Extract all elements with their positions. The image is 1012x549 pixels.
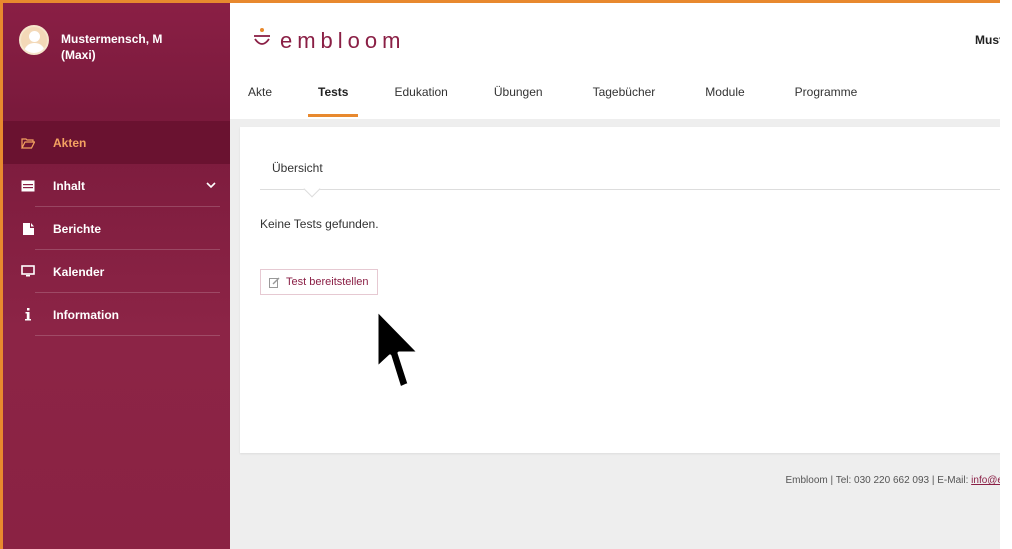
tab-uebungen[interactable]: Übungen xyxy=(494,85,543,119)
embloom-logo[interactable]: embloom xyxy=(252,27,405,55)
tab-uebersicht[interactable]: Übersicht xyxy=(272,161,323,175)
active-tab-indicator xyxy=(308,114,359,117)
chevron-down-icon xyxy=(206,178,216,192)
list-icon xyxy=(21,179,35,193)
main-content: Übersicht Keine Tests gefunden. Test ber… xyxy=(230,119,1000,549)
footer-email-link[interactable]: info@e xyxy=(971,475,1000,486)
test-bereitstellen-button[interactable]: Test bereitstellen xyxy=(260,269,378,295)
tab-edukation[interactable]: Edukation xyxy=(394,85,447,119)
main-tabs: Akte Tests Edukation Übungen Tagebücher … xyxy=(248,85,857,119)
monitor-icon xyxy=(21,265,35,279)
tab-tagebuecher[interactable]: Tagebücher xyxy=(593,85,656,119)
mouse-cursor-icon xyxy=(375,308,423,395)
empty-state-message: Keine Tests gefunden. xyxy=(260,217,379,231)
logo-mark-icon xyxy=(252,27,272,55)
tests-panel: Übersicht Keine Tests gefunden. Test ber… xyxy=(240,127,1000,453)
sidebar-nav: Akten Inhalt Berichte Kalender Informati… xyxy=(3,121,230,336)
avatar[interactable] xyxy=(19,25,49,55)
tab-tests[interactable]: Tests xyxy=(308,85,359,119)
sidebar-item-kalender[interactable]: Kalender xyxy=(3,250,230,293)
sidebar-item-information[interactable]: Information xyxy=(3,293,230,336)
user-profile[interactable]: Mustermensch, M (Maxi) xyxy=(3,3,230,119)
tab-module[interactable]: Module xyxy=(705,85,744,119)
header-user-name[interactable]: Must xyxy=(975,33,1000,47)
sidebar-item-akten[interactable]: Akten xyxy=(3,121,230,164)
tab-akte[interactable]: Akte xyxy=(248,85,272,119)
report-icon xyxy=(21,222,35,236)
sidebar-item-berichte[interactable]: Berichte xyxy=(3,207,230,250)
user-name: Mustermensch, M (Maxi) xyxy=(61,32,163,62)
edit-icon xyxy=(269,277,280,288)
sidebar-item-inhalt[interactable]: Inhalt xyxy=(3,164,230,207)
tab-programme[interactable]: Programme xyxy=(795,85,858,119)
top-header: embloom Must Akte Tests Edukation Übunge… xyxy=(230,3,1000,119)
folder-open-icon xyxy=(21,136,35,150)
info-icon xyxy=(21,308,35,322)
sidebar: Mustermensch, M (Maxi) Akten Inhalt Beri… xyxy=(3,3,230,549)
footer: Embloom | Tel: 030 220 662 093 | E-Mail:… xyxy=(230,475,1000,486)
subtab-indicator xyxy=(303,180,321,198)
app-window: Mustermensch, M (Maxi) Akten Inhalt Beri… xyxy=(0,0,1000,549)
divider xyxy=(260,189,1000,190)
